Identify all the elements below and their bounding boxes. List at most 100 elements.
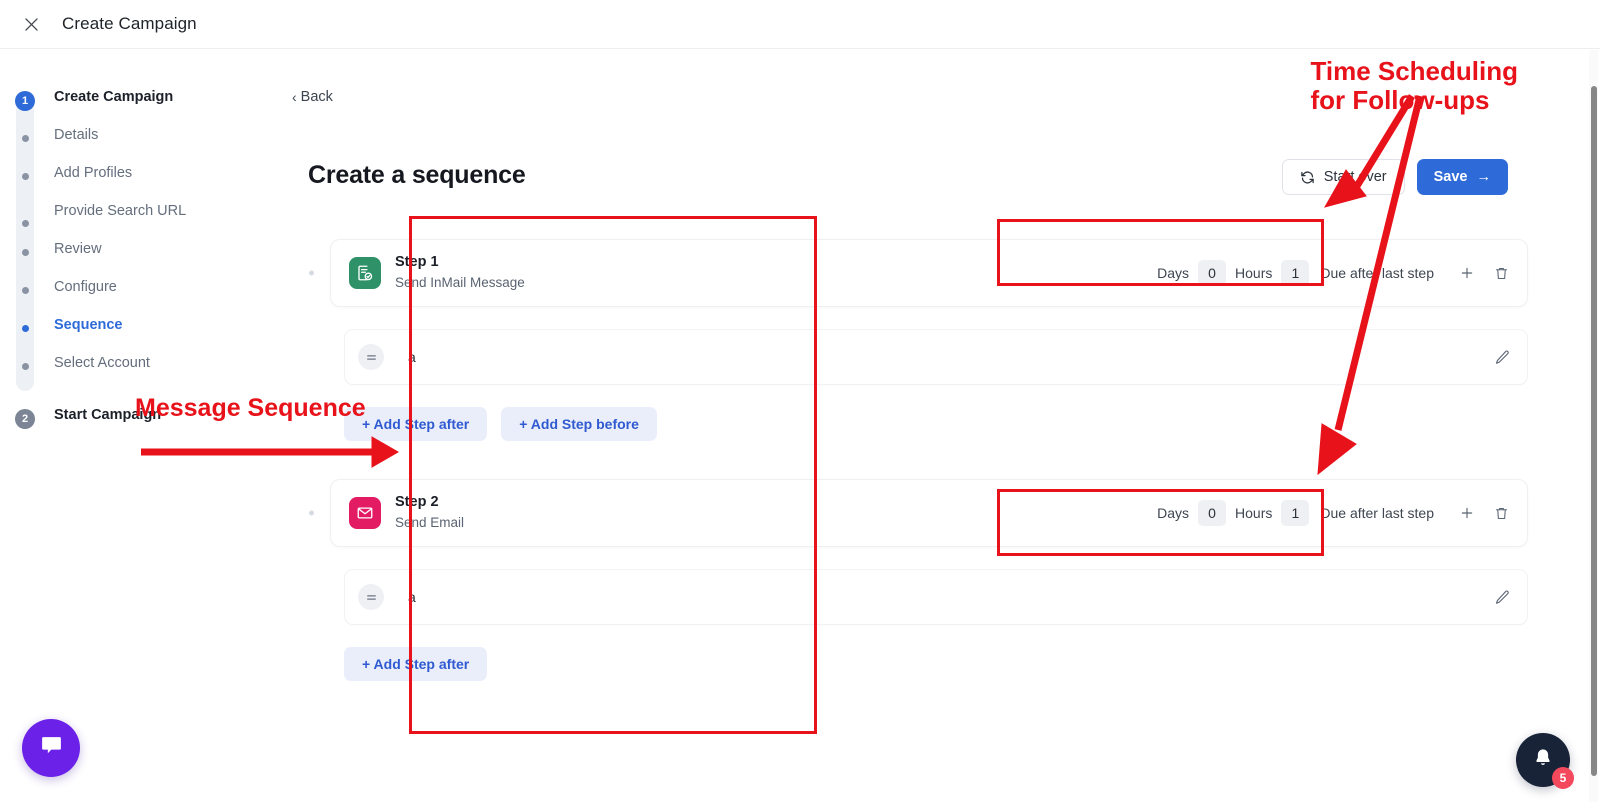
step-1-add-buttons: + Add Step after + Add Step before [344, 407, 1540, 441]
stepper-bullet [14, 125, 36, 142]
hours-label: Hours [1235, 505, 1273, 521]
sidebar-item-label: Add Profiles [54, 165, 133, 181]
schedule-fields: Days 0 Hours 1 Due after last step [1146, 493, 1445, 533]
close-icon[interactable] [14, 7, 48, 41]
main-content: ‹ Back Create a sequence Start over Save… [280, 49, 1600, 808]
bullet-dot-icon [21, 220, 29, 227]
inmail-message-icon [349, 257, 381, 289]
edit-pencil-icon[interactable] [1494, 589, 1511, 606]
save-button[interactable]: Save → [1416, 159, 1508, 195]
step-2-add-buttons: + Add Step after [344, 647, 1540, 681]
step-message-row[interactable]: a [344, 329, 1528, 385]
sidebar-item-configure[interactable]: Configure [0, 277, 280, 307]
add-step-after-button[interactable]: + Add Step after [344, 407, 488, 441]
delete-step-icon[interactable] [1489, 501, 1513, 525]
sidebar-item-label: Review [54, 241, 102, 257]
due-after-last-step-label: Due after last step [1320, 265, 1434, 281]
drag-handle-icon[interactable] [358, 584, 384, 610]
hours-input[interactable]: 1 [1281, 500, 1310, 526]
connector-dot [309, 270, 314, 276]
step-card-text: Step 2 Send Email [395, 493, 464, 532]
sidebar-item-select-account[interactable]: Select Account [0, 353, 280, 383]
chat-widget-button[interactable] [22, 719, 80, 777]
refresh-icon [1300, 170, 1315, 185]
drag-handle-icon[interactable] [358, 344, 384, 370]
sidebar-item-label: Sequence [54, 317, 123, 333]
bell-icon [1532, 747, 1554, 774]
bullet-dot-icon [21, 325, 29, 332]
page-actions: Start over Save → [1281, 159, 1508, 195]
sidebar-item-label: Provide Search URL [54, 203, 187, 219]
sidebar-item-provide-search-url[interactable]: Provide Search URL [0, 201, 280, 231]
sequence-step-card[interactable]: Step 1 Send InMail Message Days 0 Hours … [309, 239, 1528, 307]
page-scrollbar-thumb[interactable] [1591, 86, 1597, 776]
add-step-icon[interactable] [1455, 501, 1479, 525]
add-step-icon[interactable] [1455, 261, 1479, 285]
step-subtitle: Send Email [395, 515, 465, 531]
days-input[interactable]: 0 [1198, 500, 1227, 526]
sequence-step-card[interactable]: Step 2 Send Email Days 0 Hours 1 Due aft… [309, 479, 1528, 547]
page-title: Create a sequence [308, 161, 526, 189]
message-title: a [408, 349, 416, 365]
schedule-fields: Days 0 Hours 1 Due after last step [1146, 253, 1445, 293]
add-step-before-button[interactable]: + Add Step before [501, 407, 657, 441]
notifications-button[interactable]: 5 [1516, 733, 1574, 789]
sidebar-item-label: Details [54, 127, 99, 143]
sidebar-item-review[interactable]: Review [0, 239, 280, 269]
connector-dot [309, 510, 314, 516]
sequence-spacer [308, 441, 1540, 479]
days-label: Days [1157, 265, 1190, 281]
save-label: Save [1433, 169, 1468, 185]
step-card-left: Step 2 Send Email [331, 493, 464, 532]
back-button[interactable]: ‹ Back [292, 89, 333, 105]
start-over-label: Start over [1323, 169, 1387, 185]
back-button-label: Back [300, 89, 333, 105]
hours-label: Hours [1235, 265, 1273, 281]
stepper-number-badge: 2 [14, 405, 36, 429]
stepper-bullet [14, 201, 36, 227]
notification-count-badge: 5 [1552, 767, 1574, 789]
sidebar-item-create-campaign[interactable]: 1 Create Campaign [0, 87, 280, 117]
sidebar-item-label: Start Campaign [54, 407, 162, 423]
add-step-after-button[interactable]: + Add Step after [344, 647, 488, 681]
stepper-bullet [14, 277, 36, 294]
stepper-bullet [14, 315, 36, 332]
bullet-dot-icon [21, 249, 29, 256]
page-header-title: Create Campaign [62, 14, 197, 33]
sidebar-item-sequence[interactable]: Sequence [0, 315, 280, 345]
bullet-dot-icon [21, 173, 29, 180]
sequence-canvas: Step 1 Send InMail Message Days 0 Hours … [308, 239, 1540, 681]
sidebar-item-add-profiles[interactable]: Add Profiles [0, 163, 280, 193]
sidebar-item-start-campaign[interactable]: 2 Start Campaign [0, 405, 280, 435]
chevron-left-icon: ‹ [292, 89, 297, 105]
bullet-dot-icon [21, 135, 29, 142]
bullet-dot-icon [21, 363, 29, 370]
hours-input[interactable]: 1 [1281, 260, 1310, 286]
step-schedule-controls: Days 0 Hours 1 Due after last step [1146, 253, 1527, 293]
page-body: 1 Create Campaign Details Add Profiles P… [0, 49, 1600, 808]
days-input[interactable]: 0 [1198, 260, 1227, 286]
stepper-spacer [0, 383, 280, 405]
days-label: Days [1157, 505, 1190, 521]
bullet-dot-icon [21, 287, 29, 294]
arrow-right-icon: → [1476, 169, 1492, 185]
delete-step-icon[interactable] [1489, 261, 1513, 285]
campaign-stepper-sidebar: 1 Create Campaign Details Add Profiles P… [0, 49, 280, 808]
message-title: a [408, 589, 416, 605]
start-over-button[interactable]: Start over [1281, 159, 1405, 195]
stepper-bullet [14, 353, 36, 370]
sidebar-item-label: Configure [54, 279, 117, 295]
stepper-number-badge: 1 [14, 87, 36, 111]
step-subtitle: Send InMail Message [395, 275, 525, 291]
due-after-last-step-label: Due after last step [1320, 505, 1434, 521]
sidebar-item-details[interactable]: Details [0, 125, 280, 155]
step-card-text: Step 1 Send InMail Message [395, 253, 525, 292]
step-schedule-controls: Days 0 Hours 1 Due after last step [1146, 493, 1527, 533]
stepper-number-2: 2 [15, 409, 35, 429]
step-card-left: Step 1 Send InMail Message [331, 253, 525, 292]
stepper-bullet [14, 239, 36, 256]
stepper-bullet [14, 163, 36, 180]
edit-pencil-icon[interactable] [1494, 349, 1511, 366]
step-message-row[interactable]: a [344, 569, 1528, 625]
stepper-number-1: 1 [15, 91, 35, 111]
